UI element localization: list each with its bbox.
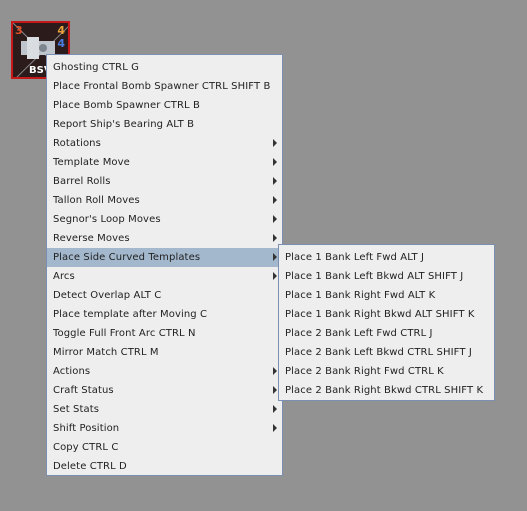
submenu-arrow-icon: [273, 158, 277, 166]
menu-item-label: Place Bomb Spawner CTRL B: [53, 100, 200, 111]
menu-item-place-1-bank-left-bkwd-alt-shift-j[interactable]: Place 1 Bank Left Bkwd ALT SHIFT J: [279, 267, 494, 286]
menu-item-reverse-moves[interactable]: Reverse Moves: [47, 229, 282, 248]
menu-item-copy-ctrl-c[interactable]: Copy CTRL C: [47, 438, 282, 457]
menu-item-label: Toggle Full Front Arc CTRL N: [53, 328, 196, 339]
menu-item-label: Place 2 Bank Right Bkwd CTRL SHIFT K: [285, 385, 484, 396]
submenu-arrow-icon: [273, 196, 277, 204]
menu-item-label: Delete CTRL D: [53, 461, 127, 472]
menu-item-label: Reverse Moves: [53, 233, 130, 244]
menu-item-label: Set Stats: [53, 404, 100, 415]
menu-item-label: Mirror Match CTRL M: [53, 347, 159, 358]
menu-item-label: Tallon Roll Moves: [53, 195, 140, 206]
menu-item-label: Ghosting CTRL G: [53, 62, 140, 73]
menu-item-label: Shift Position: [53, 423, 120, 434]
menu-item-label: Arcs: [53, 271, 75, 282]
submenu-arrow-icon: [273, 367, 277, 375]
menu-item-delete-ctrl-d[interactable]: Delete CTRL D: [47, 457, 282, 476]
menu-item-label: Place 1 Bank Left Bkwd ALT SHIFT J: [285, 271, 464, 282]
menu-item-ghosting-ctrl-g[interactable]: Ghosting CTRL G: [47, 58, 282, 77]
menu-item-place-frontal-bomb-spawner-ctrl-shift-b[interactable]: Place Frontal Bomb Spawner CTRL SHIFT B: [47, 77, 282, 96]
submenu-arrow-icon: [273, 139, 277, 147]
menu-item-toggle-full-front-arc-ctrl-n[interactable]: Toggle Full Front Arc CTRL N: [47, 324, 282, 343]
menu-item-arcs[interactable]: Arcs: [47, 267, 282, 286]
menu-item-place-bomb-spawner-ctrl-b[interactable]: Place Bomb Spawner CTRL B: [47, 96, 282, 115]
menu-item-detect-overlap-alt-c[interactable]: Detect Overlap ALT C: [47, 286, 282, 305]
menu-item-actions[interactable]: Actions: [47, 362, 282, 381]
stat-shield: 4: [57, 37, 65, 50]
side-curved-templates-submenu: Place 1 Bank Left Fwd ALT J Place 1 Bank …: [278, 244, 495, 401]
menu-item-barrel-rolls[interactable]: Barrel Rolls: [47, 172, 282, 191]
context-menu: Ghosting CTRL G Place Frontal Bomb Spawne…: [46, 54, 283, 476]
menu-item-shift-position[interactable]: Shift Position: [47, 419, 282, 438]
menu-item-mirror-match-ctrl-m[interactable]: Mirror Match CTRL M: [47, 343, 282, 362]
submenu-arrow-icon: [273, 215, 277, 223]
menu-item-label: Place 1 Bank Left Fwd ALT J: [285, 252, 425, 263]
menu-item-label: Place 1 Bank Right Bkwd ALT SHIFT K: [285, 309, 475, 320]
menu-item-label: Place 2 Bank Left Fwd CTRL J: [285, 328, 433, 339]
menu-item-label: Place Frontal Bomb Spawner CTRL SHIFT B: [53, 81, 271, 92]
menu-item-label: Segnor's Loop Moves: [53, 214, 161, 225]
submenu-arrow-icon: [273, 177, 277, 185]
menu-item-place-1-bank-right-fwd-alt-k[interactable]: Place 1 Bank Right Fwd ALT K: [279, 286, 494, 305]
menu-item-label: Place Side Curved Templates: [53, 252, 201, 263]
menu-item-label: Place template after Moving C: [53, 309, 208, 320]
menu-item-tallon-roll-moves[interactable]: Tallon Roll Moves: [47, 191, 282, 210]
menu-item-label: Rotations: [53, 138, 101, 149]
menu-item-label: Copy CTRL C: [53, 442, 119, 453]
menu-item-report-ship-s-bearing-alt-b[interactable]: Report Ship's Bearing ALT B: [47, 115, 282, 134]
menu-item-place-2-bank-right-bkwd-ctrl-shift-k[interactable]: Place 2 Bank Right Bkwd CTRL SHIFT K: [279, 381, 494, 400]
menu-item-place-2-bank-right-fwd-ctrl-k[interactable]: Place 2 Bank Right Fwd CTRL K: [279, 362, 494, 381]
submenu-arrow-icon: [273, 424, 277, 432]
menu-item-place-2-bank-left-bkwd-ctrl-shift-j[interactable]: Place 2 Bank Left Bkwd CTRL SHIFT J: [279, 343, 494, 362]
menu-item-label: Actions: [53, 366, 91, 377]
menu-item-place-1-bank-right-bkwd-alt-shift-k[interactable]: Place 1 Bank Right Bkwd ALT SHIFT K: [279, 305, 494, 324]
menu-item-label: Place 2 Bank Left Bkwd CTRL SHIFT J: [285, 347, 472, 358]
menu-item-place-2-bank-left-fwd-ctrl-j[interactable]: Place 2 Bank Left Fwd CTRL J: [279, 324, 494, 343]
submenu-arrow-icon: [273, 253, 277, 261]
menu-item-label: Craft Status: [53, 385, 114, 396]
menu-item-label: Place 1 Bank Right Fwd ALT K: [285, 290, 436, 301]
menu-item-rotations[interactable]: Rotations: [47, 134, 282, 153]
menu-item-craft-status[interactable]: Craft Status: [47, 381, 282, 400]
stat-attack: 3: [15, 24, 23, 37]
menu-item-set-stats[interactable]: Set Stats: [47, 400, 282, 419]
submenu-arrow-icon: [273, 405, 277, 413]
menu-item-label: Report Ship's Bearing ALT B: [53, 119, 195, 130]
menu-item-label: Place 2 Bank Right Fwd CTRL K: [285, 366, 444, 377]
menu-item-place-1-bank-left-fwd-alt-j[interactable]: Place 1 Bank Left Fwd ALT J: [279, 248, 494, 267]
menu-item-label: Barrel Rolls: [53, 176, 111, 187]
menu-item-label: Detect Overlap ALT C: [53, 290, 162, 301]
submenu-arrow-icon: [273, 234, 277, 242]
menu-item-segnor-s-loop-moves[interactable]: Segnor's Loop Moves: [47, 210, 282, 229]
menu-item-template-move[interactable]: Template Move: [47, 153, 282, 172]
stat-agility: 4: [57, 24, 65, 37]
menu-item-place-template-after-moving-c[interactable]: Place template after Moving C: [47, 305, 282, 324]
submenu-arrow-icon: [273, 272, 277, 280]
submenu-arrow-icon: [273, 386, 277, 394]
menu-item-label: Template Move: [53, 157, 130, 168]
menu-item-place-side-curved-templates[interactable]: Place Side Curved Templates: [47, 248, 282, 267]
